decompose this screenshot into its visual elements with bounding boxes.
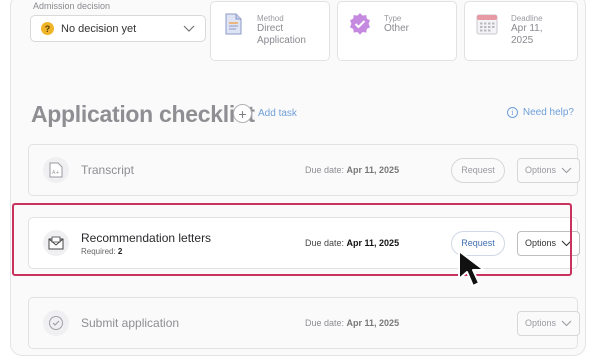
transcript-icon: A+ <box>43 157 69 183</box>
need-help-link[interactable]: i Need help? <box>506 107 574 118</box>
checklist-item-name: Submit application <box>81 316 180 330</box>
svg-text:A+: A+ <box>52 170 60 176</box>
due-date: Due date: Apr 11, 2025 <box>305 318 400 328</box>
deadline-card: Deadline Apr 11, 2025 <box>464 1 578 61</box>
document-icon <box>225 13 242 35</box>
info-icon: i <box>506 107 518 118</box>
add-task-label: Add task <box>258 108 297 119</box>
checklist-item-transcript: A+ Transcript Due date: Apr 11, 2025 Req… <box>28 144 580 196</box>
type-label: Type <box>384 14 402 23</box>
type-value: Other <box>384 23 410 34</box>
verified-badge-icon <box>350 13 370 35</box>
need-help-label: Need help? <box>522 107 574 118</box>
due-date: Due date: Apr 11, 2025 <box>305 165 400 175</box>
admission-decision-value: No decision yet <box>61 22 137 35</box>
type-card: Type Other <box>337 1 457 61</box>
calendar-icon <box>476 14 498 35</box>
plus-circle-icon: + <box>233 104 252 123</box>
cursor-arrow-icon <box>458 250 485 287</box>
checkmark-badge-icon <box>43 310 69 336</box>
chevron-down-icon <box>561 167 572 173</box>
add-task-button[interactable]: + Add task <box>233 104 297 123</box>
chevron-down-icon <box>183 25 195 32</box>
chevron-down-icon <box>561 320 572 326</box>
method-card: Method Direct Application <box>210 1 330 61</box>
options-label: Options <box>524 318 557 328</box>
deadline-label: Deadline <box>511 14 543 23</box>
options-button[interactable]: Options <box>517 310 580 336</box>
method-label: Method <box>257 14 284 23</box>
checklist-item-submit-application: Submit application Due date: Apr 11, 202… <box>28 297 580 349</box>
checklist-item-name: Transcript <box>81 163 134 177</box>
admission-decision-select[interactable]: ? No decision yet <box>30 15 206 42</box>
admission-panel: Admission decision ? No decision yet Met… <box>10 0 586 356</box>
method-value: Direct Application <box>257 23 306 46</box>
request-button[interactable]: Request <box>451 157 505 183</box>
admission-decision-label: Admission decision <box>33 1 111 11</box>
options-button[interactable]: Options <box>517 157 580 183</box>
checklist-title: Application checklist <box>31 101 255 127</box>
options-label: Options <box>524 165 557 175</box>
deadline-value: Apr 11, 2025 <box>511 23 543 46</box>
question-badge-icon: ? <box>41 22 54 35</box>
